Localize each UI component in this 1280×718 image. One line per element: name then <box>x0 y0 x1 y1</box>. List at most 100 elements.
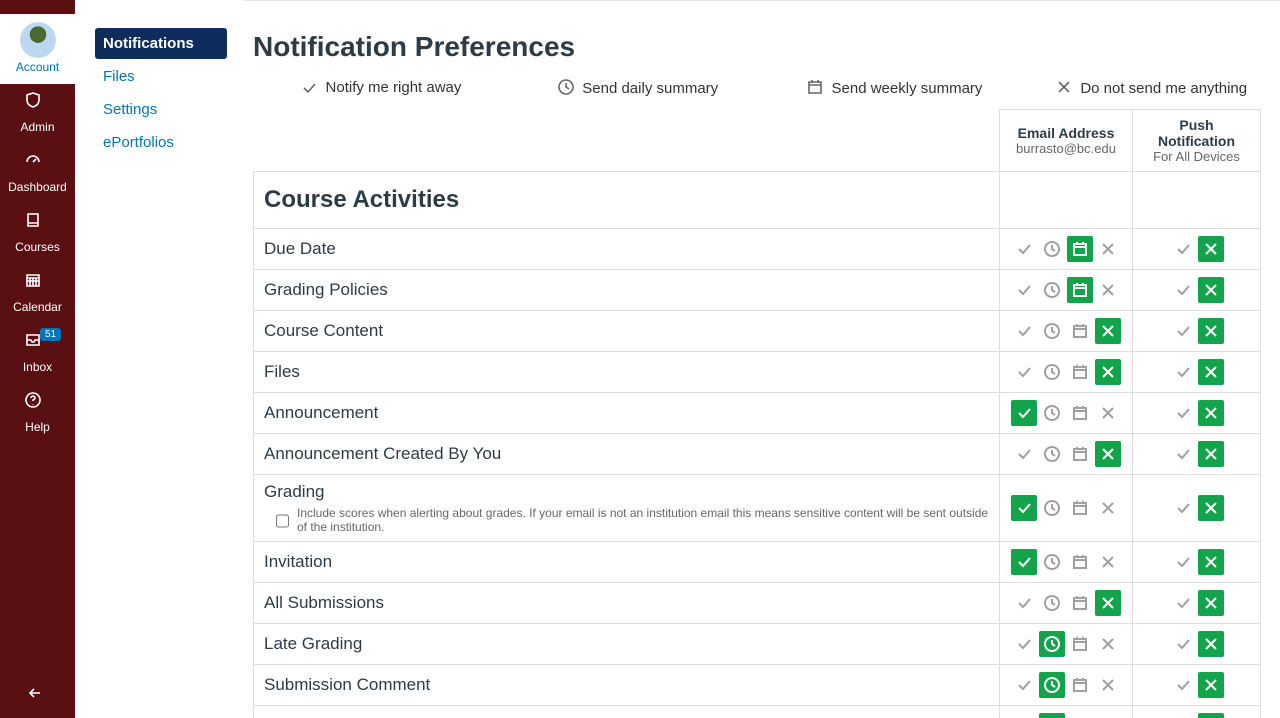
legend-daily: Send daily summary <box>510 79 767 97</box>
pref-daily-button[interactable] <box>1039 713 1065 718</box>
pref-never-button[interactable] <box>1095 236 1121 262</box>
pref-daily-button[interactable] <box>1039 277 1065 303</box>
pref-daily-button[interactable] <box>1039 631 1065 657</box>
pref-right_away-button[interactable] <box>1170 590 1196 616</box>
nav-account[interactable]: Account <box>0 14 75 84</box>
pref-daily-button[interactable] <box>1039 441 1065 467</box>
pref-never-button[interactable] <box>1198 672 1224 698</box>
pref-weekly-button[interactable] <box>1067 590 1093 616</box>
avatar <box>20 22 56 58</box>
pref-weekly-button[interactable] <box>1067 400 1093 426</box>
courses-icon <box>25 212 51 238</box>
pref-daily-button[interactable] <box>1039 318 1065 344</box>
sub-nav: NotificationsFilesSettingsePortfolios <box>75 0 243 718</box>
nav-dashboard[interactable]: Dashboard <box>0 144 75 204</box>
pref-right_away-button[interactable] <box>1170 713 1196 718</box>
pref-weekly-button[interactable] <box>1067 441 1093 467</box>
pref-never-button[interactable] <box>1095 590 1121 616</box>
pref-right_away-button[interactable] <box>1170 359 1196 385</box>
nav-calendar-label: Calendar <box>13 300 62 314</box>
pref-right_away-button[interactable] <box>1170 631 1196 657</box>
pref-right_away-button[interactable] <box>1011 590 1037 616</box>
pref-right_away-button[interactable] <box>1011 495 1037 521</box>
pref-never-button[interactable] <box>1095 359 1121 385</box>
pref-daily-button[interactable] <box>1039 400 1065 426</box>
pref-right_away-button[interactable] <box>1170 277 1196 303</box>
page-title: Notification Preferences <box>253 31 1280 63</box>
pref-row-label: Announcement <box>254 393 1000 434</box>
pref-weekly-button[interactable] <box>1067 549 1093 575</box>
pref-daily-button[interactable] <box>1039 495 1065 521</box>
subnav-settings[interactable]: Settings <box>95 94 227 125</box>
pref-daily-button[interactable] <box>1039 549 1065 575</box>
pref-never-button[interactable] <box>1198 400 1224 426</box>
pref-never-button[interactable] <box>1095 631 1121 657</box>
pref-never-button[interactable] <box>1198 631 1224 657</box>
subnav-eportfolios[interactable]: ePortfolios <box>95 127 227 158</box>
pref-never-button[interactable] <box>1198 359 1224 385</box>
nav-calendar[interactable]: Calendar <box>0 264 75 324</box>
nav-admin[interactable]: Admin <box>0 84 75 144</box>
subnav-notifications[interactable]: Notifications <box>95 28 227 59</box>
collapse-icon <box>27 685 49 703</box>
pref-never-button[interactable] <box>1198 236 1224 262</box>
pref-right_away-button[interactable] <box>1170 236 1196 262</box>
pref-never-button[interactable] <box>1095 400 1121 426</box>
pref-right_away-button[interactable] <box>1170 318 1196 344</box>
legend: Notify me right away Send daily summary … <box>253 77 1280 109</box>
pref-never-button[interactable] <box>1095 713 1121 718</box>
nav-collapse[interactable] <box>0 673 75 718</box>
pref-right_away-button[interactable] <box>1011 441 1037 467</box>
pref-right_away-button[interactable] <box>1011 359 1037 385</box>
pref-weekly-button[interactable] <box>1067 277 1093 303</box>
pref-daily-button[interactable] <box>1039 359 1065 385</box>
pref-never-button[interactable] <box>1198 441 1224 467</box>
pref-never-button[interactable] <box>1198 495 1224 521</box>
include-scores-checkbox[interactable] <box>276 508 289 534</box>
pref-weekly-button[interactable] <box>1067 631 1093 657</box>
pref-never-button[interactable] <box>1095 495 1121 521</box>
subnav-files[interactable]: Files <box>95 61 227 92</box>
pref-daily-button[interactable] <box>1039 236 1065 262</box>
pref-right_away-button[interactable] <box>1011 236 1037 262</box>
pref-right_away-button[interactable] <box>1170 400 1196 426</box>
pref-never-button[interactable] <box>1198 590 1224 616</box>
pref-never-button[interactable] <box>1095 318 1121 344</box>
pref-row-label: Course Content <box>254 311 1000 352</box>
pref-right_away-button[interactable] <box>1011 549 1037 575</box>
pref-row-note: Include scores when alerting about grade… <box>297 506 989 534</box>
pref-right_away-button[interactable] <box>1170 495 1196 521</box>
pref-never-button[interactable] <box>1198 713 1224 718</box>
legend-daily-text: Send daily summary <box>582 80 718 97</box>
shield-icon <box>25 92 51 118</box>
pref-right_away-button[interactable] <box>1170 549 1196 575</box>
nav-help[interactable]: Help <box>0 384 75 444</box>
pref-right_away-button[interactable] <box>1011 400 1037 426</box>
pref-never-button[interactable] <box>1095 277 1121 303</box>
pref-weekly-button[interactable] <box>1067 672 1093 698</box>
pref-never-button[interactable] <box>1095 549 1121 575</box>
pref-never-button[interactable] <box>1198 277 1224 303</box>
pref-right_away-button[interactable] <box>1011 631 1037 657</box>
pref-weekly-button[interactable] <box>1067 236 1093 262</box>
pref-daily-button[interactable] <box>1039 672 1065 698</box>
pref-right_away-button[interactable] <box>1011 713 1037 718</box>
nav-inbox[interactable]: 51 Inbox <box>0 324 75 384</box>
pref-never-button[interactable] <box>1198 549 1224 575</box>
pref-weekly-button[interactable] <box>1067 713 1093 718</box>
pref-never-button[interactable] <box>1095 672 1121 698</box>
pref-right_away-button[interactable] <box>1011 277 1037 303</box>
prefs-table: Email Addressburrasto@bc.eduPush Notific… <box>253 109 1261 718</box>
nav-courses[interactable]: Courses <box>0 204 75 264</box>
pref-never-button[interactable] <box>1095 441 1121 467</box>
pref-right_away-button[interactable] <box>1170 441 1196 467</box>
pref-daily-button[interactable] <box>1039 590 1065 616</box>
pref-weekly-button[interactable] <box>1067 359 1093 385</box>
pref-never-button[interactable] <box>1198 318 1224 344</box>
pref-right_away-button[interactable] <box>1170 672 1196 698</box>
pref-weekly-button[interactable] <box>1067 318 1093 344</box>
pref-right_away-button[interactable] <box>1011 318 1037 344</box>
pref-weekly-button[interactable] <box>1067 495 1093 521</box>
dashboard-icon <box>25 152 51 178</box>
pref-right_away-button[interactable] <box>1011 672 1037 698</box>
